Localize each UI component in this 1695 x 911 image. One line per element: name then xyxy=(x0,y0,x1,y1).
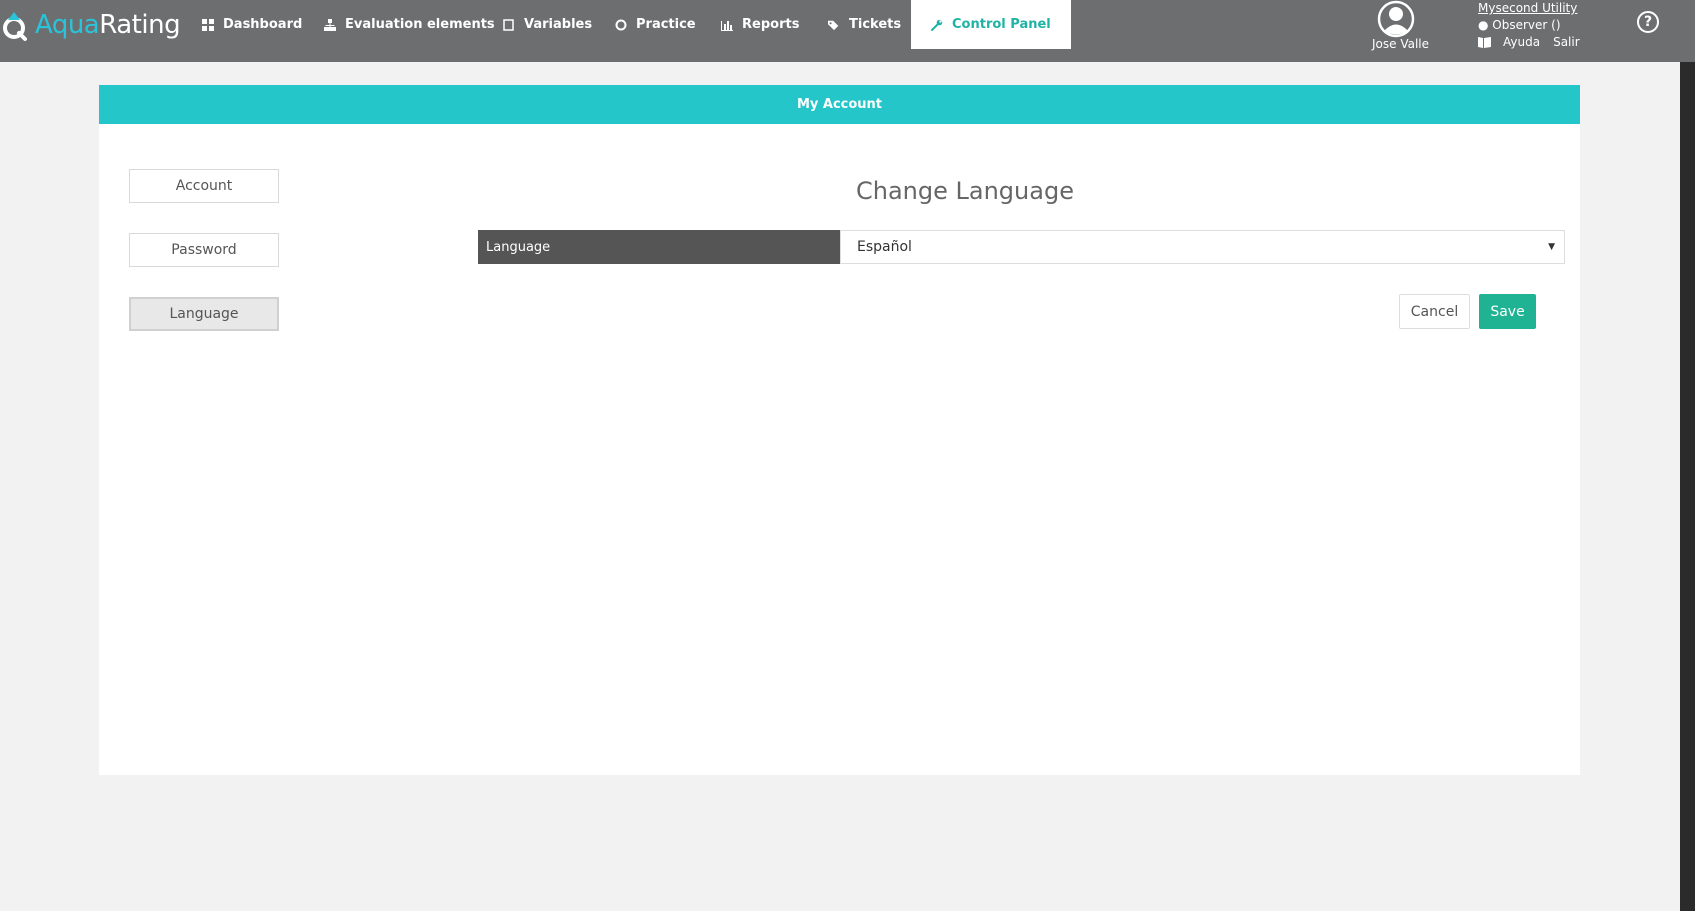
wrench-icon xyxy=(931,19,943,31)
help-links: Ayuda Salir xyxy=(1478,35,1580,49)
right-scroll-strip xyxy=(1680,62,1695,911)
panel-header: My Account xyxy=(99,85,1580,124)
logout-link[interactable]: Salir xyxy=(1553,35,1580,49)
square-icon xyxy=(503,18,514,31)
logo-drop-icon xyxy=(3,12,27,41)
section-title: Change Language xyxy=(856,177,1074,205)
help-link[interactable]: Ayuda xyxy=(1503,35,1540,49)
my-account-panel: My Account Account Password Language Cha… xyxy=(99,85,1580,775)
nav-evaluation-elements[interactable]: Evaluation elements xyxy=(324,0,495,49)
circle-icon xyxy=(615,19,627,30)
sidebar-account-button[interactable]: Account xyxy=(129,169,279,203)
sidebar-language-button[interactable]: Language xyxy=(129,297,279,331)
language-field-label: Language xyxy=(478,230,840,264)
nav-practice-label: Practice xyxy=(636,17,696,32)
nav-tickets[interactable]: Tickets xyxy=(828,0,901,49)
organization-link[interactable]: Mysecond Utility xyxy=(1478,1,1577,15)
top-navbar: AquaRating Dashboard Evaluation elements… xyxy=(0,0,1695,62)
bar-chart-icon xyxy=(721,20,733,31)
nav-practice[interactable]: Practice xyxy=(615,0,696,49)
grid-icon xyxy=(202,18,214,31)
nav-dashboard[interactable]: Dashboard xyxy=(202,0,302,49)
aquarating-logo[interactable]: AquaRating xyxy=(0,8,181,42)
nav-control-panel[interactable]: Control Panel xyxy=(911,0,1071,49)
logo-text-rating: Rating xyxy=(99,10,181,40)
sitemap-icon xyxy=(324,18,336,31)
nav-variables-label: Variables xyxy=(524,17,593,32)
language-select-value: Español xyxy=(857,239,912,255)
tags-icon xyxy=(828,20,839,30)
nav-dashboard-label: Dashboard xyxy=(223,17,303,32)
language-select[interactable]: Español ▼ xyxy=(840,230,1565,264)
nav-reports[interactable]: Reports xyxy=(721,0,799,49)
save-button[interactable]: Save xyxy=(1479,294,1536,329)
nav-control-panel-label: Control Panel xyxy=(952,17,1051,32)
help-circle-icon[interactable]: ? xyxy=(1637,11,1659,33)
user-name[interactable]: Jose Valle xyxy=(1372,37,1429,51)
book-icon xyxy=(1478,37,1491,48)
cancel-button[interactable]: Cancel xyxy=(1399,294,1470,329)
sidebar-password-button[interactable]: Password xyxy=(129,233,279,267)
user-avatar-icon[interactable] xyxy=(1377,0,1415,38)
nav-tickets-label: Tickets xyxy=(849,17,902,32)
user-role: ● Observer () xyxy=(1478,18,1561,32)
nav-evaluation-elements-label: Evaluation elements xyxy=(345,17,495,32)
logo-text: AquaRating xyxy=(35,10,181,40)
nav-reports-label: Reports xyxy=(742,17,800,32)
nav-variables[interactable]: Variables xyxy=(503,0,592,49)
dropdown-caret-icon: ▼ xyxy=(1548,242,1555,252)
logo-text-aqua: Aqua xyxy=(35,10,100,40)
